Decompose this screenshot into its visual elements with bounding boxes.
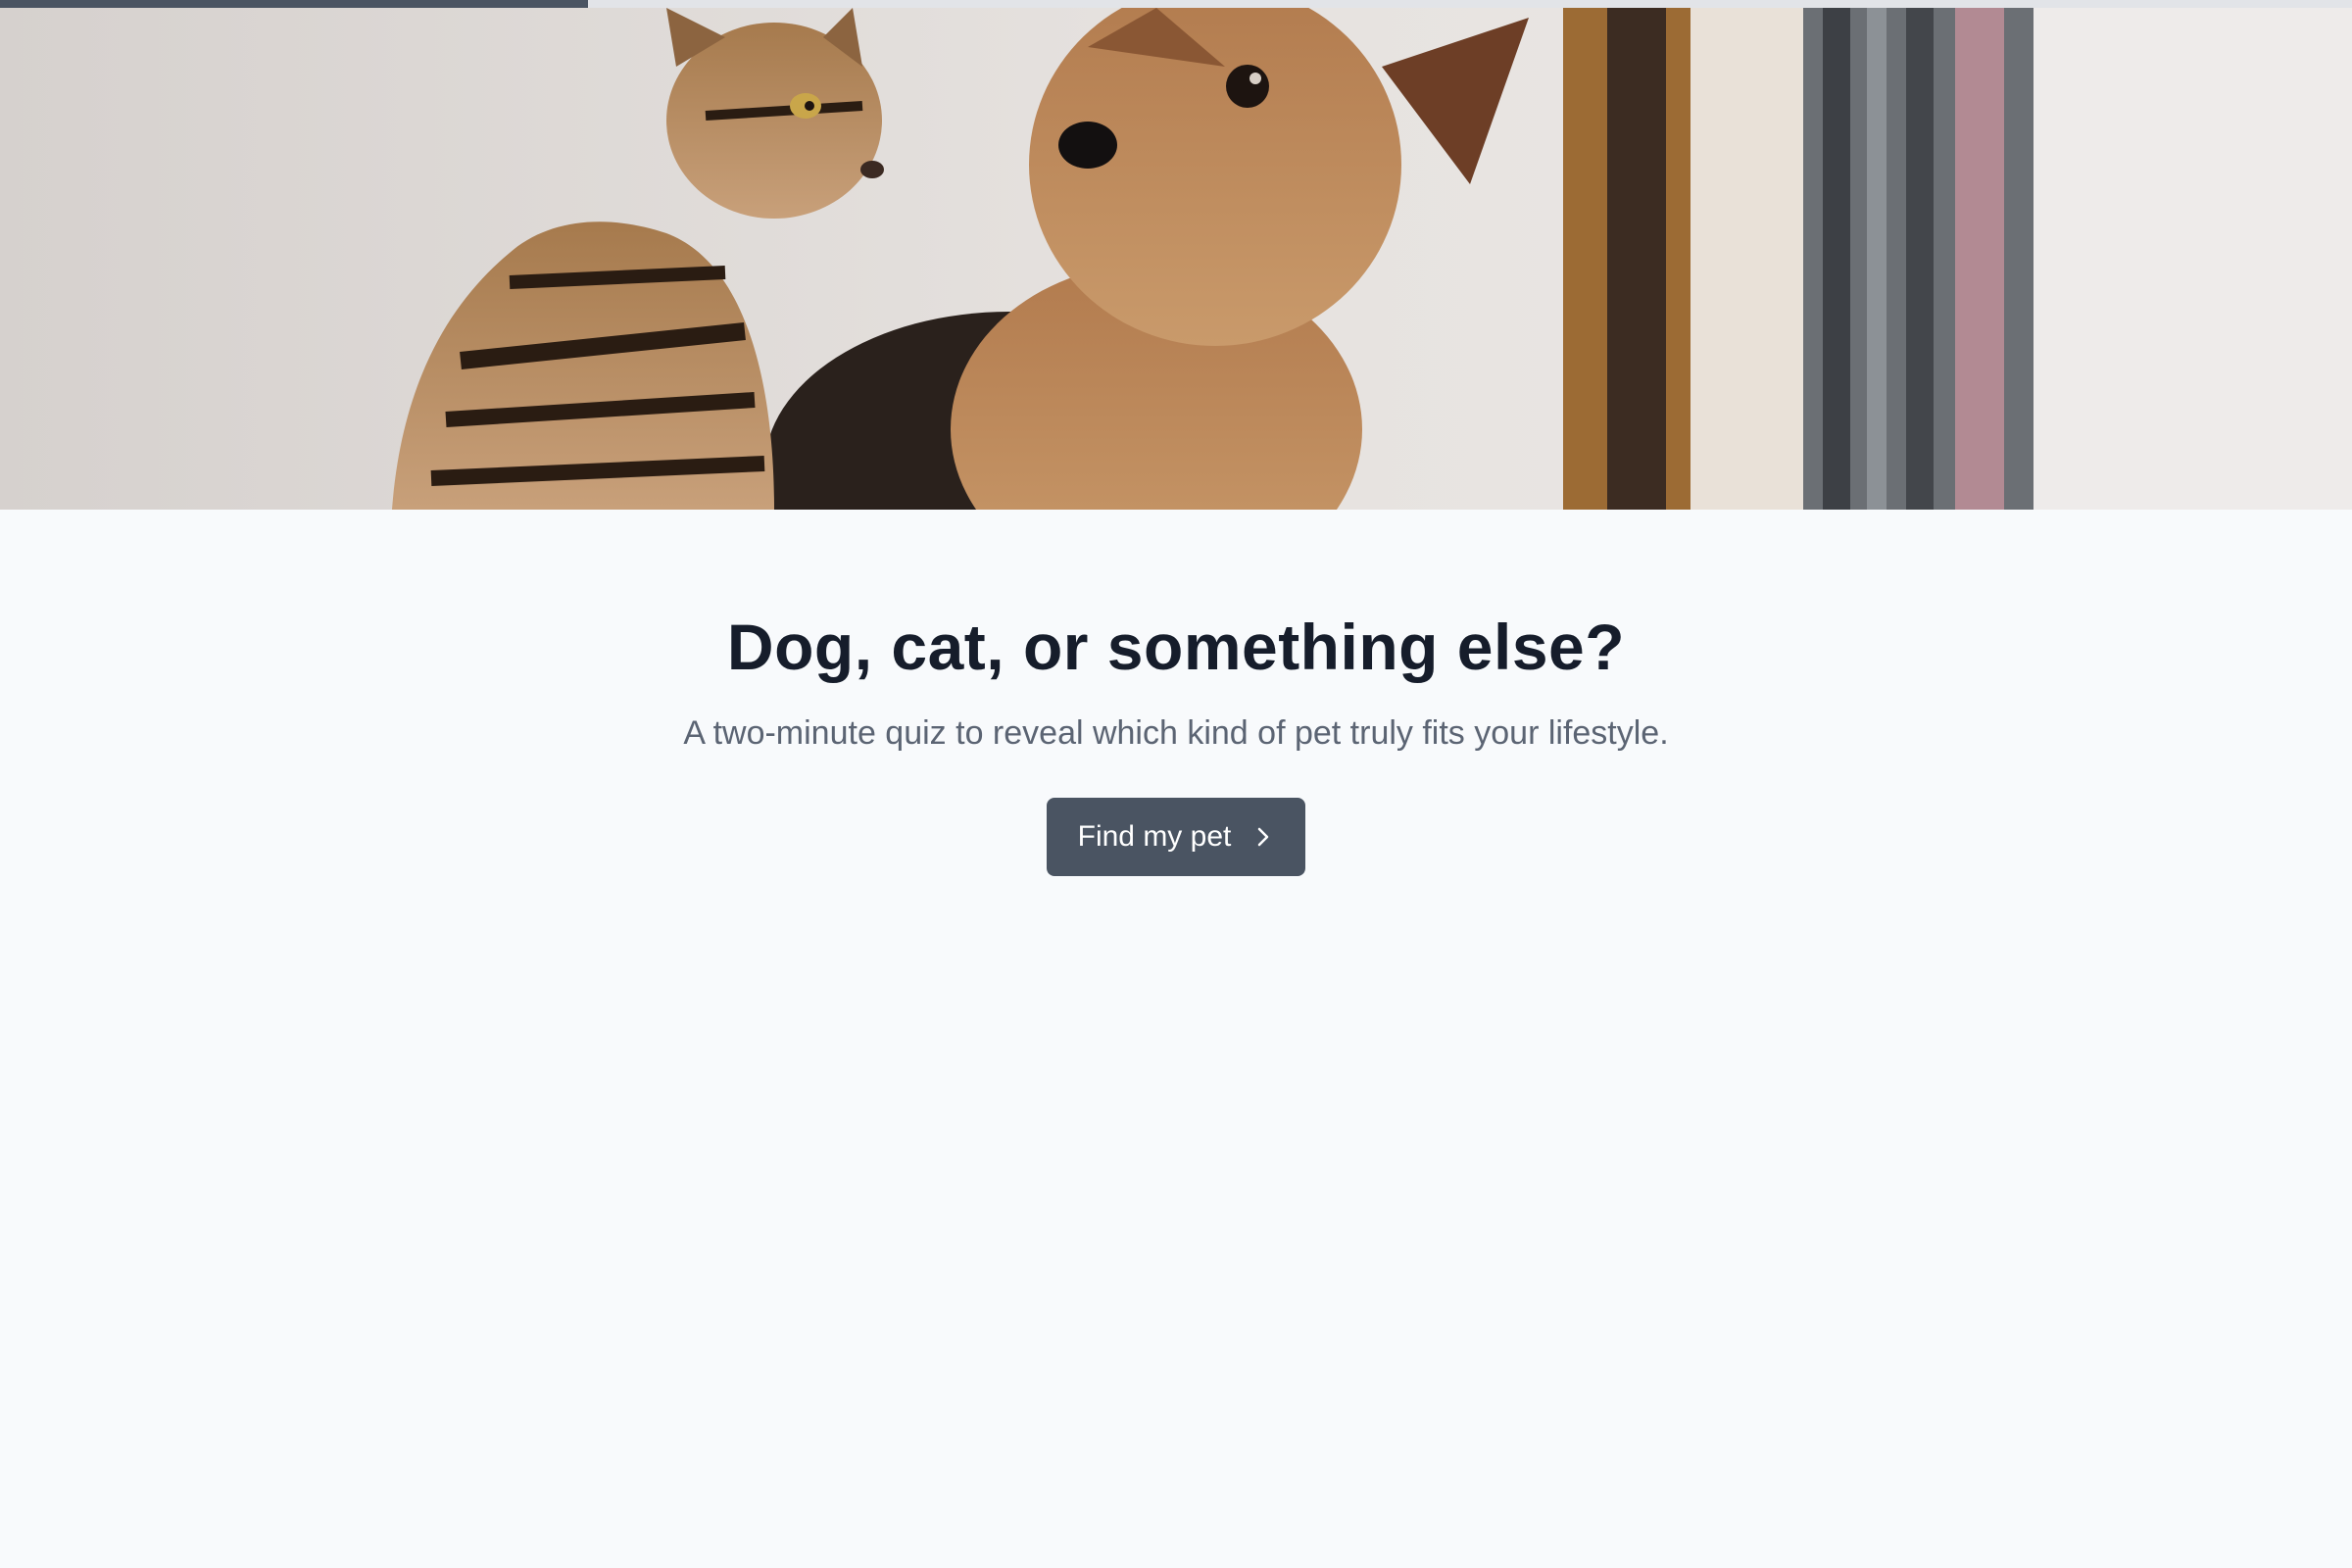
hero-image <box>0 8 2352 510</box>
find-my-pet-button[interactable]: Find my pet <box>1047 798 1305 876</box>
find-my-pet-label: Find my pet <box>1077 820 1232 853</box>
progress-bar-fill <box>0 0 588 8</box>
chevron-right-icon <box>1252 826 1274 848</box>
cat-and-dog-photo <box>0 8 2352 510</box>
page-title: Dog, cat, or something else? <box>726 611 1626 683</box>
page-subtitle: A two-minute quiz to reveal which kind o… <box>683 714 1669 752</box>
progress-bar <box>0 0 2352 8</box>
quiz-landing-page: Dog, cat, or something else? A two-minut… <box>0 0 2352 1568</box>
intro-section: Dog, cat, or something else? A two-minut… <box>0 608 2352 876</box>
